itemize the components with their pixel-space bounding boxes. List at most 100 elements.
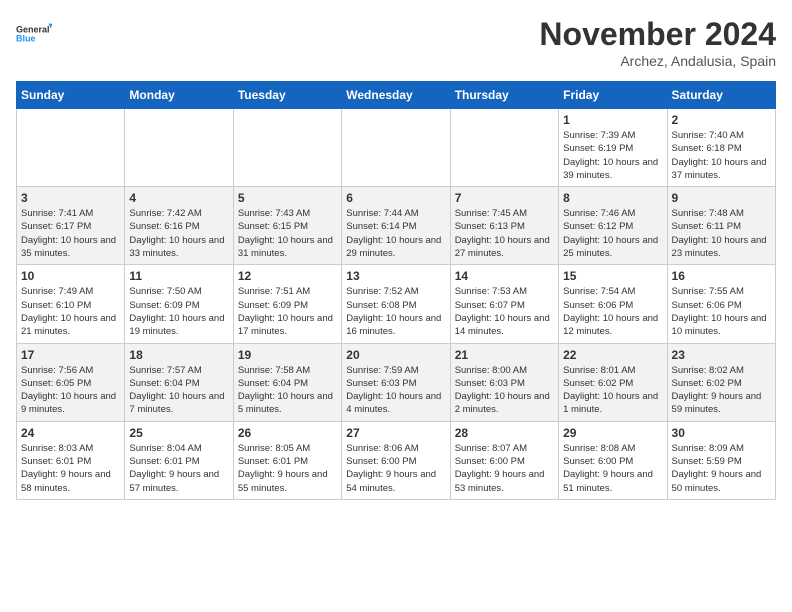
calendar-cell: 21 Sunrise: 8:00 AM Sunset: 6:03 PM Dayli… <box>450 343 558 421</box>
day-info: Sunrise: 8:08 AM Sunset: 6:00 PM Dayligh… <box>563 442 662 495</box>
day-info: Sunrise: 7:49 AM Sunset: 6:10 PM Dayligh… <box>21 285 120 338</box>
calendar-cell: 13 Sunrise: 7:52 AM Sunset: 6:08 PM Dayli… <box>342 265 450 343</box>
calendar-cell: 28 Sunrise: 8:07 AM Sunset: 6:00 PM Dayli… <box>450 421 558 499</box>
calendar-header: SundayMondayTuesdayWednesdayThursdayFrid… <box>17 82 776 109</box>
day-info: Sunrise: 8:02 AM Sunset: 6:02 PM Dayligh… <box>672 364 771 417</box>
calendar-cell: 11 Sunrise: 7:50 AM Sunset: 6:09 PM Dayli… <box>125 265 233 343</box>
weekday-header-tuesday: Tuesday <box>233 82 341 109</box>
calendar-cell <box>233 109 341 187</box>
calendar-week-2: 3Sunrise: 7:41 AM Sunset: 6:17 PM Daylig… <box>17 187 776 265</box>
calendar-cell: 3Sunrise: 7:41 AM Sunset: 6:17 PM Daylig… <box>17 187 125 265</box>
day-number: 2 <box>672 113 771 127</box>
svg-text:General: General <box>16 25 50 35</box>
calendar-cell: 24 Sunrise: 8:03 AM Sunset: 6:01 PM Dayli… <box>17 421 125 499</box>
day-number: 8 <box>563 191 662 205</box>
day-info: Sunrise: 7:58 AM Sunset: 6:04 PM Dayligh… <box>238 364 337 417</box>
calendar-cell: 25Sunrise: 8:04 AM Sunset: 6:01 PM Dayli… <box>125 421 233 499</box>
weekday-header-sunday: Sunday <box>17 82 125 109</box>
day-info: Sunrise: 8:09 AM Sunset: 5:59 PM Dayligh… <box>672 442 771 495</box>
calendar-cell: 10 Sunrise: 7:49 AM Sunset: 6:10 PM Dayli… <box>17 265 125 343</box>
day-number: 1 <box>563 113 662 127</box>
day-number: 16 <box>672 269 771 283</box>
day-number: 19 <box>238 348 337 362</box>
weekday-header-monday: Monday <box>125 82 233 109</box>
day-info: Sunrise: 7:48 AM Sunset: 6:11 PM Dayligh… <box>672 207 771 260</box>
day-number: 18 <box>129 348 228 362</box>
day-number: 27 <box>346 426 445 440</box>
calendar-cell: 27 Sunrise: 8:06 AM Sunset: 6:00 PM Dayli… <box>342 421 450 499</box>
day-info: Sunrise: 7:39 AM Sunset: 6:19 PM Dayligh… <box>563 129 662 182</box>
calendar-cell: 16Sunrise: 7:55 AM Sunset: 6:06 PM Dayli… <box>667 265 775 343</box>
calendar-cell: 29 Sunrise: 8:08 AM Sunset: 6:00 PM Dayli… <box>559 421 667 499</box>
day-info: Sunrise: 8:00 AM Sunset: 6:03 PM Dayligh… <box>455 364 554 417</box>
day-info: Sunrise: 7:53 AM Sunset: 6:07 PM Dayligh… <box>455 285 554 338</box>
day-number: 20 <box>346 348 445 362</box>
day-number: 9 <box>672 191 771 205</box>
day-info: Sunrise: 8:03 AM Sunset: 6:01 PM Dayligh… <box>21 442 120 495</box>
calendar-cell: 8Sunrise: 7:46 AM Sunset: 6:12 PM Daylig… <box>559 187 667 265</box>
day-number: 24 <box>21 426 120 440</box>
day-number: 21 <box>455 348 554 362</box>
calendar-cell: 1 Sunrise: 7:39 AM Sunset: 6:19 PM Daylig… <box>559 109 667 187</box>
day-number: 11 <box>129 269 228 283</box>
day-info: Sunrise: 8:04 AM Sunset: 6:01 PM Dayligh… <box>129 442 228 495</box>
day-info: Sunrise: 7:52 AM Sunset: 6:08 PM Dayligh… <box>346 285 445 338</box>
calendar-cell: 17 Sunrise: 7:56 AM Sunset: 6:05 PM Dayli… <box>17 343 125 421</box>
calendar-week-1: 1 Sunrise: 7:39 AM Sunset: 6:19 PM Daylig… <box>17 109 776 187</box>
calendar-cell <box>450 109 558 187</box>
day-info: Sunrise: 7:56 AM Sunset: 6:05 PM Dayligh… <box>21 364 120 417</box>
day-number: 22 <box>563 348 662 362</box>
calendar-cell <box>125 109 233 187</box>
weekday-header-thursday: Thursday <box>450 82 558 109</box>
day-number: 10 <box>21 269 120 283</box>
day-number: 13 <box>346 269 445 283</box>
calendar-cell: 23 Sunrise: 8:02 AM Sunset: 6:02 PM Dayli… <box>667 343 775 421</box>
calendar-cell: 26Sunrise: 8:05 AM Sunset: 6:01 PM Dayli… <box>233 421 341 499</box>
weekday-header-friday: Friday <box>559 82 667 109</box>
calendar-cell: 14 Sunrise: 7:53 AM Sunset: 6:07 PM Dayli… <box>450 265 558 343</box>
calendar-cell: 12Sunrise: 7:51 AM Sunset: 6:09 PM Dayli… <box>233 265 341 343</box>
calendar-cell: 19 Sunrise: 7:58 AM Sunset: 6:04 PM Dayli… <box>233 343 341 421</box>
day-number: 4 <box>129 191 228 205</box>
day-info: Sunrise: 7:41 AM Sunset: 6:17 PM Dayligh… <box>21 207 120 260</box>
calendar-cell: 5Sunrise: 7:43 AM Sunset: 6:15 PM Daylig… <box>233 187 341 265</box>
month-title: November 2024 <box>539 16 776 53</box>
calendar-cell: 7 Sunrise: 7:45 AM Sunset: 6:13 PM Daylig… <box>450 187 558 265</box>
day-info: Sunrise: 7:43 AM Sunset: 6:15 PM Dayligh… <box>238 207 337 260</box>
day-number: 29 <box>563 426 662 440</box>
day-number: 23 <box>672 348 771 362</box>
svg-text:Blue: Blue <box>16 34 36 44</box>
calendar-table: SundayMondayTuesdayWednesdayThursdayFrid… <box>16 81 776 500</box>
day-info: Sunrise: 7:45 AM Sunset: 6:13 PM Dayligh… <box>455 207 554 260</box>
calendar-cell <box>17 109 125 187</box>
day-info: Sunrise: 7:44 AM Sunset: 6:14 PM Dayligh… <box>346 207 445 260</box>
calendar-week-4: 17 Sunrise: 7:56 AM Sunset: 6:05 PM Dayli… <box>17 343 776 421</box>
day-number: 26 <box>238 426 337 440</box>
day-number: 7 <box>455 191 554 205</box>
weekday-header-wednesday: Wednesday <box>342 82 450 109</box>
day-number: 28 <box>455 426 554 440</box>
day-info: Sunrise: 8:07 AM Sunset: 6:00 PM Dayligh… <box>455 442 554 495</box>
calendar-cell: 15 Sunrise: 7:54 AM Sunset: 6:06 PM Dayli… <box>559 265 667 343</box>
calendar-week-5: 24 Sunrise: 8:03 AM Sunset: 6:01 PM Dayli… <box>17 421 776 499</box>
calendar-cell: 30Sunrise: 8:09 AM Sunset: 5:59 PM Dayli… <box>667 421 775 499</box>
title-area: November 2024 Archez, Andalusia, Spain <box>539 16 776 69</box>
day-number: 15 <box>563 269 662 283</box>
day-number: 12 <box>238 269 337 283</box>
logo: General Blue <box>16 16 52 52</box>
day-info: Sunrise: 8:06 AM Sunset: 6:00 PM Dayligh… <box>346 442 445 495</box>
calendar-cell: 4Sunrise: 7:42 AM Sunset: 6:16 PM Daylig… <box>125 187 233 265</box>
location: Archez, Andalusia, Spain <box>539 53 776 69</box>
day-number: 14 <box>455 269 554 283</box>
calendar-week-3: 10 Sunrise: 7:49 AM Sunset: 6:10 PM Dayli… <box>17 265 776 343</box>
day-info: Sunrise: 7:54 AM Sunset: 6:06 PM Dayligh… <box>563 285 662 338</box>
calendar-cell: 20 Sunrise: 7:59 AM Sunset: 6:03 PM Dayli… <box>342 343 450 421</box>
weekday-header-saturday: Saturday <box>667 82 775 109</box>
day-info: Sunrise: 7:59 AM Sunset: 6:03 PM Dayligh… <box>346 364 445 417</box>
day-info: Sunrise: 7:50 AM Sunset: 6:09 PM Dayligh… <box>129 285 228 338</box>
calendar-cell <box>342 109 450 187</box>
day-number: 6 <box>346 191 445 205</box>
day-info: Sunrise: 8:01 AM Sunset: 6:02 PM Dayligh… <box>563 364 662 417</box>
calendar-cell: 9 Sunrise: 7:48 AM Sunset: 6:11 PM Daylig… <box>667 187 775 265</box>
day-number: 17 <box>21 348 120 362</box>
